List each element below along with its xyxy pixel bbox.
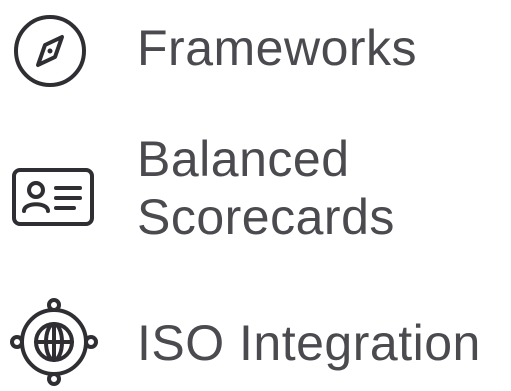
nav-item-frameworks[interactable]: Frameworks [0,0,511,100]
nav-item-label-line: Scorecards [137,189,395,245]
id-card-icon [10,164,96,230]
nav-item-label: Frameworks [137,20,418,76]
nav-item-label-line: Balanced [137,131,350,187]
nav-item-label: ISO Integration [137,315,481,371]
nav-item-label: Balanced Scorecards [137,130,395,246]
nav-item-balanced-scorecards[interactable]: Balanced Scorecards [0,120,511,260]
nav-item-iso-integration[interactable]: ISO Integration [0,290,511,391]
compass-icon [12,13,88,89]
globe-network-icon [8,296,100,388]
